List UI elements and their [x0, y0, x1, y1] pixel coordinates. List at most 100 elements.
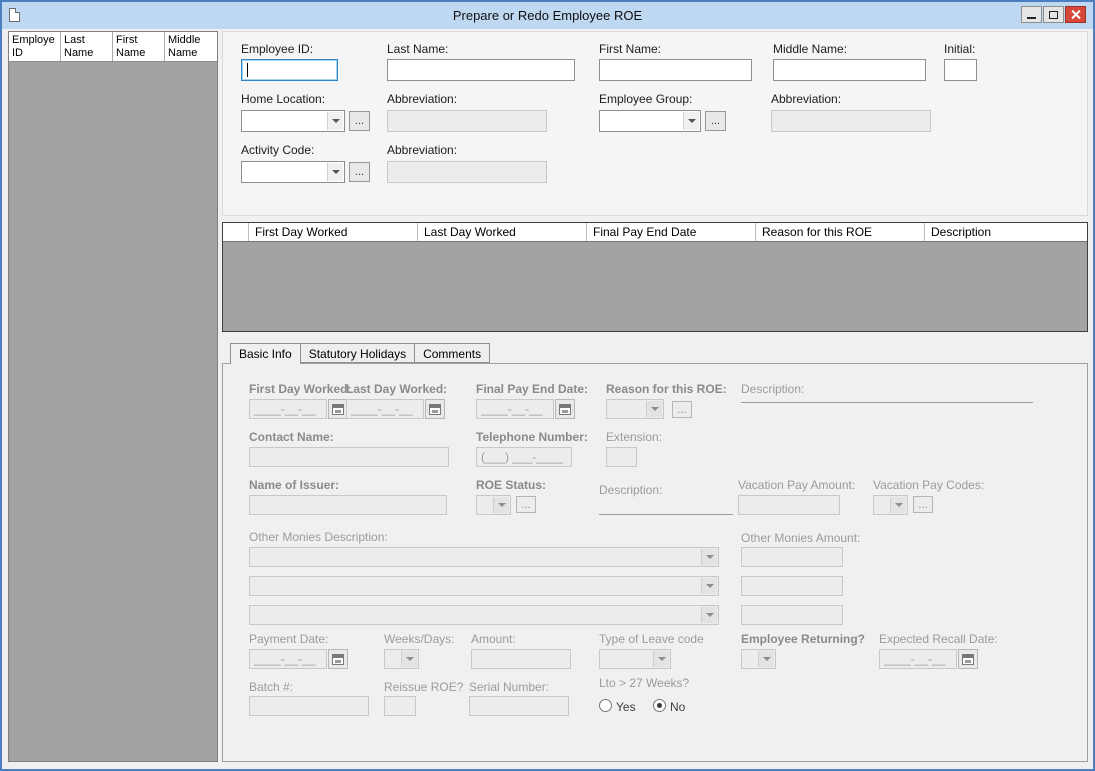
telephone-number-label: Telephone Number:	[476, 430, 588, 444]
batch-number-input	[249, 696, 369, 716]
reissue-roe-label: Reissue ROE?	[384, 680, 463, 694]
employee-id-label: Employee ID:	[241, 42, 313, 56]
first-day-worked-input	[249, 399, 327, 419]
activity-code-select[interactable]	[241, 161, 345, 183]
other-monies-select-3	[249, 605, 719, 625]
column-header-last-name[interactable]: Last Name	[61, 32, 113, 61]
initial-label: Initial:	[944, 42, 975, 56]
vacation-pay-codes-select	[873, 495, 908, 515]
employee-list-body[interactable]	[9, 62, 217, 761]
vacation-pay-codes-label: Vacation Pay Codes:	[873, 478, 984, 492]
lto-27-weeks-label: Lto > 27 Weeks?	[599, 676, 689, 690]
employee-list-header: Employe ID Last Name First Name Middle N…	[9, 32, 217, 62]
last-day-worked-calendar-button	[425, 399, 445, 419]
tab-statutory-holidays[interactable]: Statutory Holidays	[300, 343, 415, 363]
other-monies-select-2	[249, 576, 719, 596]
description-label: Description:	[741, 382, 804, 396]
calendar-icon	[559, 404, 571, 415]
description-underline-field	[741, 402, 1033, 403]
roe-status-browse-button: ...	[516, 496, 536, 513]
tab-basic-info[interactable]: Basic Info	[230, 343, 301, 364]
column-header-middle-name[interactable]: Middle Name	[165, 32, 217, 61]
description2-underline-field	[599, 514, 733, 515]
initial-input[interactable]	[944, 59, 977, 81]
minimize-button[interactable]	[1021, 6, 1042, 23]
lto-no-radio-label[interactable]: No	[670, 700, 685, 714]
other-monies-amount-input-3	[741, 605, 843, 625]
radio-selected-dot	[657, 703, 662, 708]
employee-group-label: Employee Group:	[599, 92, 692, 106]
last-day-worked-label: Last Day Worked:	[346, 382, 447, 396]
name-of-issuer-input	[249, 495, 447, 515]
close-button[interactable]	[1065, 6, 1086, 23]
calendar-icon	[332, 654, 344, 665]
expected-recall-date-input	[879, 649, 957, 669]
first-day-worked-label: First Day Worked:	[249, 382, 351, 396]
lto-no-radio[interactable]	[653, 699, 666, 712]
tab-comments[interactable]: Comments	[414, 343, 490, 363]
other-monies-amount-input-1	[741, 547, 843, 567]
dropdown-arrow-icon	[701, 549, 717, 565]
other-monies-select-1	[249, 547, 719, 567]
employee-returning-label: Employee Returning?	[741, 632, 865, 646]
home-abbreviation-input	[387, 110, 547, 132]
weeks-days-label: Weeks/Days:	[384, 632, 454, 646]
column-header-description[interactable]: Description	[925, 223, 1087, 241]
reason-for-roe-select	[606, 399, 664, 419]
other-monies-amount-input-2	[741, 576, 843, 596]
home-location-select[interactable]	[241, 110, 345, 132]
employee-group-select[interactable]	[599, 110, 701, 132]
final-pay-end-date-calendar-button	[555, 399, 575, 419]
type-of-leave-select	[599, 649, 671, 669]
maximize-button[interactable]	[1043, 6, 1064, 23]
vacation-pay-amount-input	[738, 495, 840, 515]
activity-code-browse-button[interactable]: ...	[349, 162, 370, 182]
first-name-label: First Name:	[599, 42, 661, 56]
dropdown-arrow-icon	[683, 112, 699, 130]
roe-status-label: ROE Status:	[476, 478, 546, 492]
payment-date-label: Payment Date:	[249, 632, 328, 646]
title-bar[interactable]: Prepare or Redo Employee ROE	[2, 2, 1093, 29]
maximize-icon	[1049, 11, 1058, 19]
column-header-first-day-worked[interactable]: First Day Worked	[249, 223, 418, 241]
column-header-last-day-worked[interactable]: Last Day Worked	[418, 223, 587, 241]
activity-abbreviation-input	[387, 161, 547, 183]
roe-window: Prepare or Redo Employee ROE Employe ID …	[0, 0, 1095, 771]
employee-group-browse-button[interactable]: ...	[705, 111, 726, 131]
activity-abbreviation-label: Abbreviation:	[387, 143, 457, 157]
column-header-final-pay-end-date[interactable]: Final Pay End Date	[587, 223, 756, 241]
column-header-employee-id[interactable]: Employe ID	[9, 32, 61, 61]
calendar-icon	[962, 654, 974, 665]
payment-date-calendar-button	[328, 649, 348, 669]
column-header-first-name[interactable]: First Name	[113, 32, 165, 61]
dropdown-arrow-icon	[653, 651, 669, 667]
activity-code-label: Activity Code:	[241, 143, 314, 157]
last-name-label: Last Name:	[387, 42, 448, 56]
home-location-label: Home Location:	[241, 92, 325, 106]
amount-input	[471, 649, 571, 669]
reissue-roe-input	[384, 696, 416, 716]
type-of-leave-label: Type of Leave code	[599, 632, 704, 646]
contact-name-label: Contact Name:	[249, 430, 334, 444]
minimize-icon	[1027, 17, 1036, 19]
expected-recall-date-label: Expected Recall Date:	[879, 632, 998, 646]
contact-name-input	[249, 447, 449, 467]
final-pay-end-date-input	[476, 399, 554, 419]
home-abbreviation-label: Abbreviation:	[387, 92, 457, 106]
column-header-reason-for-roe[interactable]: Reason for this ROE	[756, 223, 925, 241]
expected-recall-date-calendar-button	[958, 649, 978, 669]
lto-yes-radio-label[interactable]: Yes	[616, 700, 636, 714]
roe-grid-body[interactable]	[223, 242, 1087, 331]
employee-id-input[interactable]	[241, 59, 338, 81]
middle-name-input[interactable]	[773, 59, 926, 81]
first-name-input[interactable]	[599, 59, 752, 81]
roe-history-grid[interactable]: First Day Worked Last Day Worked Final P…	[222, 222, 1088, 332]
last-name-input[interactable]	[387, 59, 575, 81]
employee-list[interactable]: Employe ID Last Name First Name Middle N…	[8, 31, 218, 762]
home-location-browse-button[interactable]: ...	[349, 111, 370, 131]
dropdown-arrow-icon	[758, 651, 774, 667]
column-header-row-selector	[223, 223, 249, 241]
vacation-pay-amount-label: Vacation Pay Amount:	[738, 478, 855, 492]
lto-yes-radio[interactable]	[599, 699, 612, 712]
reason-for-roe-browse-button: ...	[672, 401, 692, 418]
